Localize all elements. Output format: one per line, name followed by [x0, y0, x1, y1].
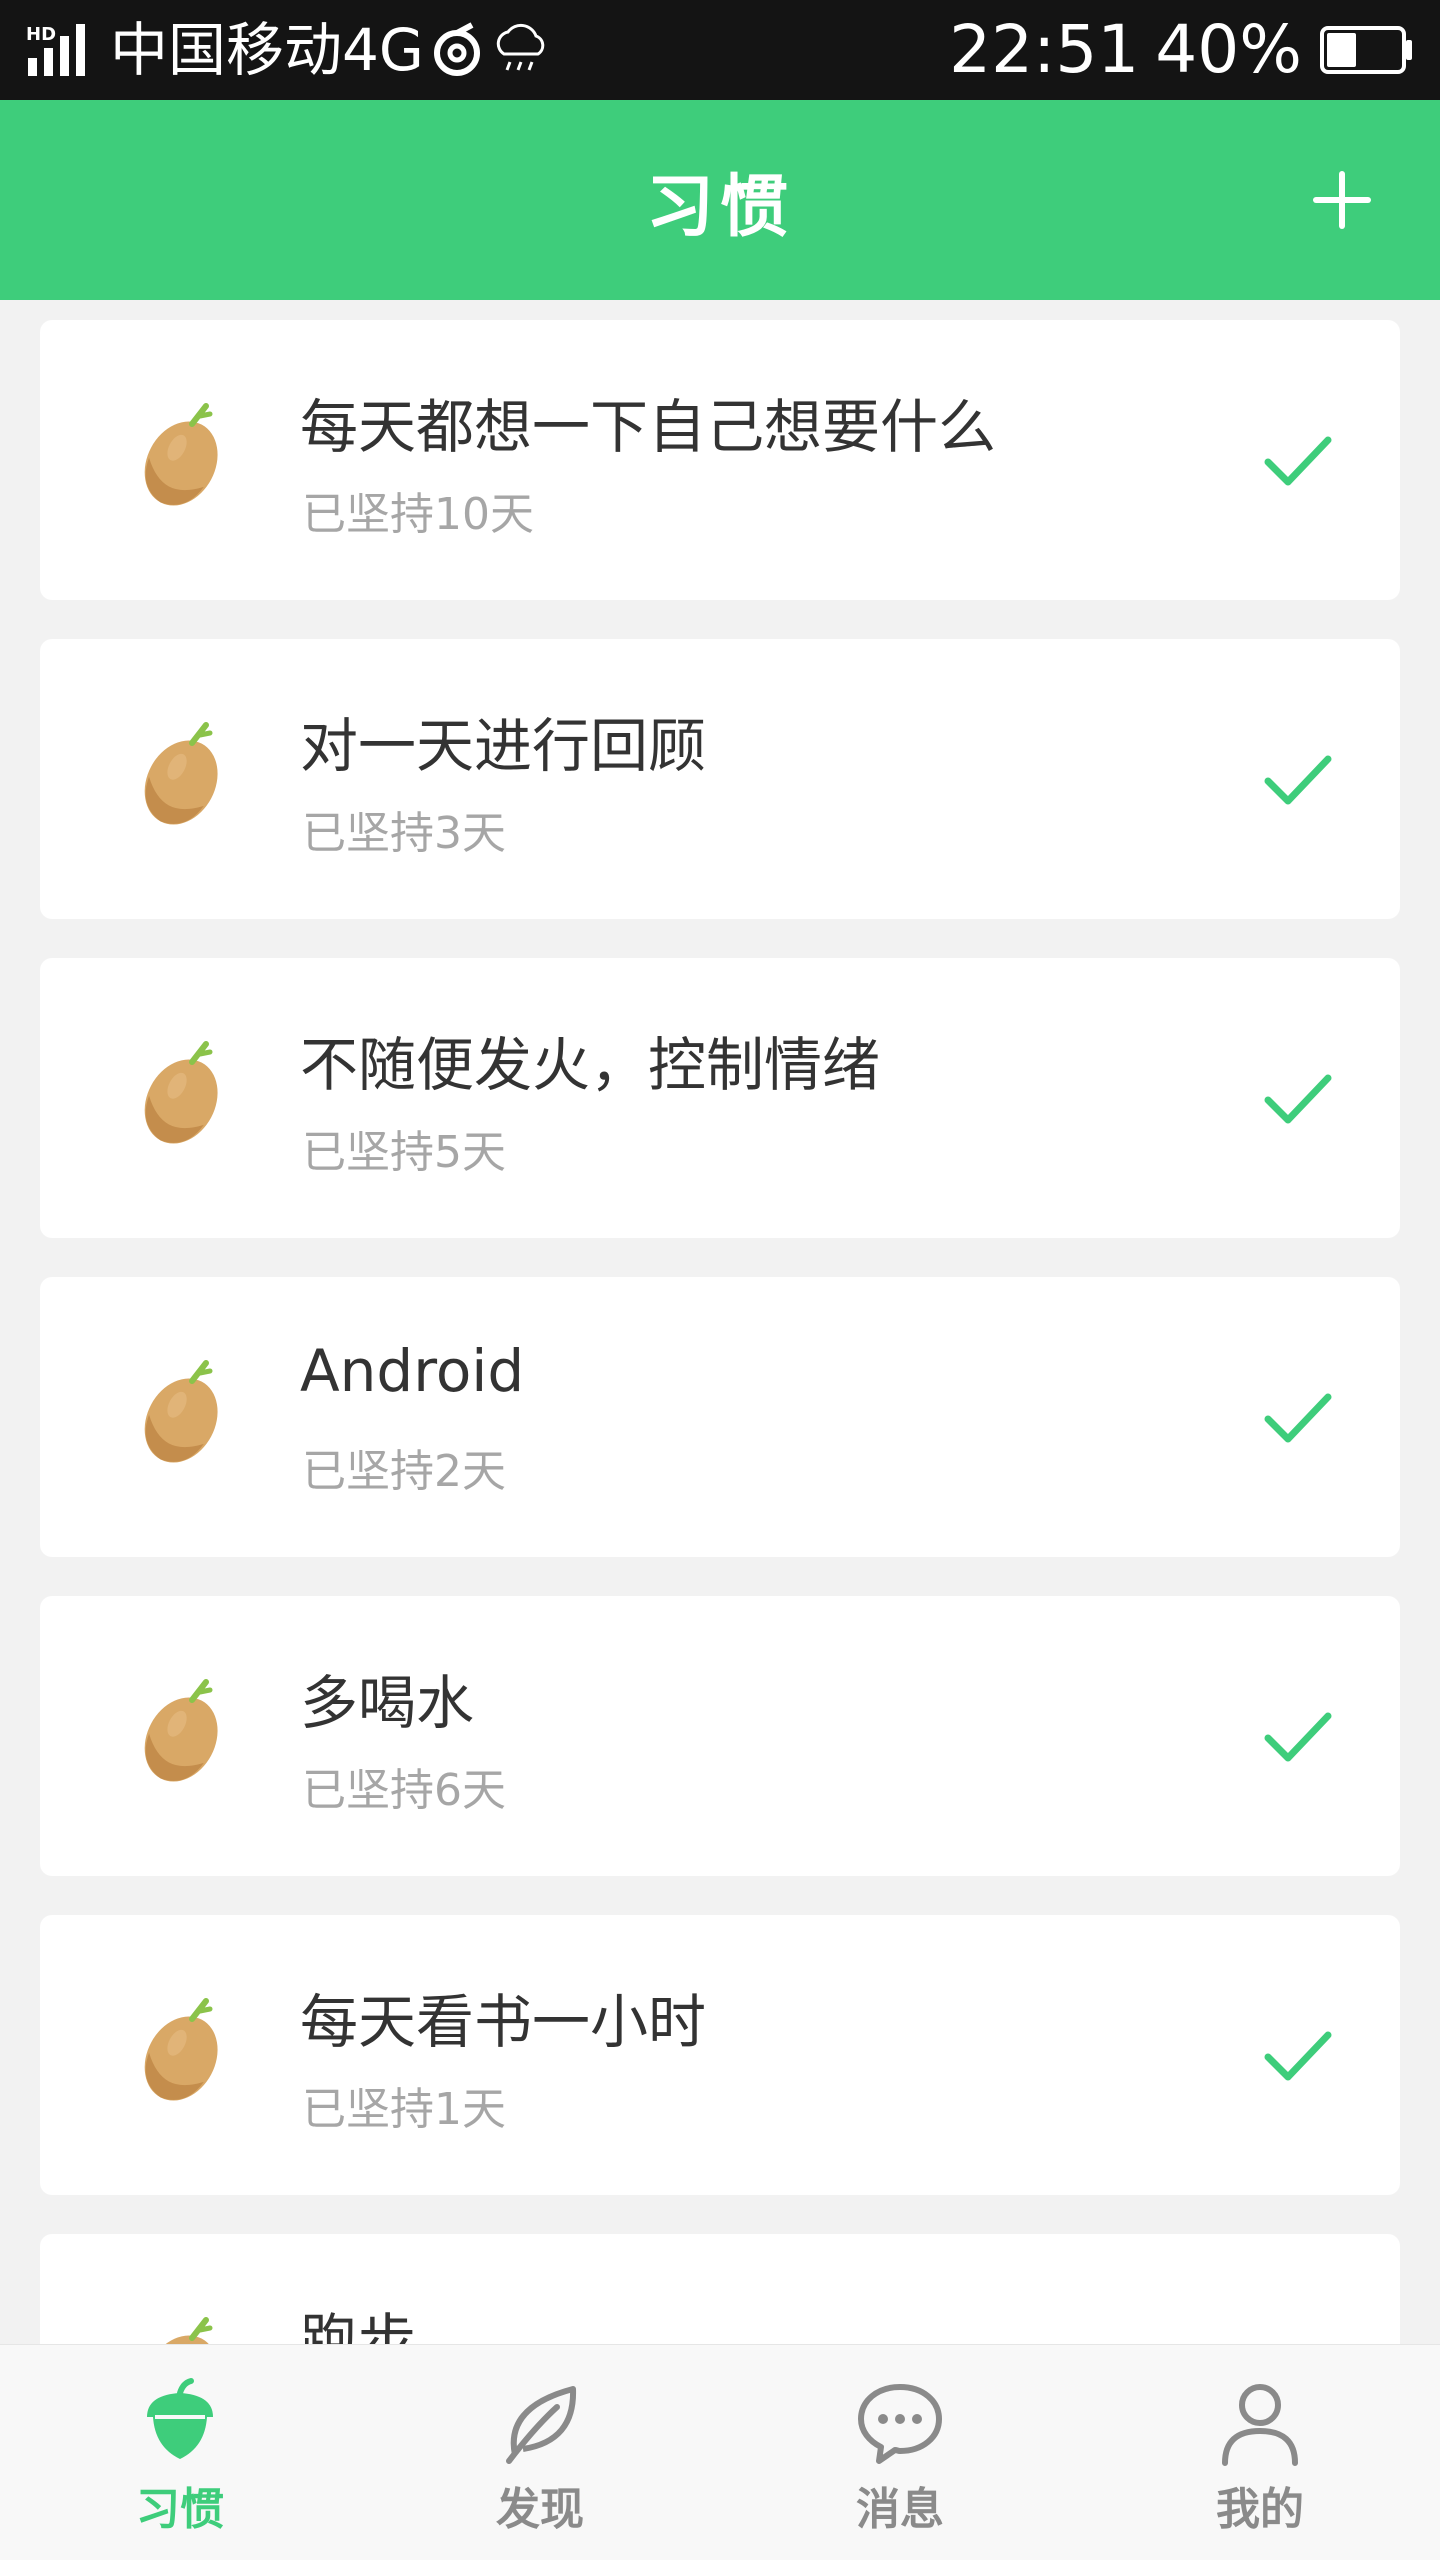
acorn-icon — [147, 2378, 213, 2459]
acorn-icon — [144, 1998, 218, 2101]
check-in-button[interactable] — [1262, 743, 1334, 815]
status-right: 22:51 40% — [949, 17, 1414, 83]
acorn-icon — [144, 722, 218, 825]
habit-card[interactable]: 多喝水已坚持6天 — [40, 1596, 1400, 1876]
network-badge: HD — [26, 24, 56, 45]
status-left: HD 中国移动4G — [26, 21, 552, 79]
check-icon — [1264, 1712, 1332, 1762]
tab-profile[interactable]: 我的 — [1080, 2345, 1440, 2560]
habit-name: Android — [300, 1337, 525, 1405]
habit-name: 跑步 — [300, 2307, 417, 2344]
tab-label: 发现 — [496, 2484, 584, 2535]
habit-list[interactable]: 每天都想一下自己想要什么 已坚持10天 对一天进行回顾 已坚持3天 不随便发火，… — [0, 300, 1440, 2344]
acorn-icon — [144, 403, 218, 506]
habit-name: 不随便发火，控制情绪 — [300, 1031, 881, 1099]
acorn-icon — [144, 1041, 218, 1144]
plus-icon — [1313, 171, 1371, 229]
app-screen: HD 中国移动4G 22:51 40% 习惯 每天都想一下自己想要什么 已坚持1… — [0, 0, 1440, 2560]
habit-streak: 已坚持5天 — [302, 1127, 506, 1178]
acorn-icon — [144, 2317, 218, 2344]
tab-messages[interactable]: 消息 — [720, 2345, 1080, 2560]
tab-label: 我的 — [1216, 2484, 1304, 2535]
bottom-tab-bar: 习惯 发现 消息 我的 — [0, 2344, 1440, 2560]
habit-name: 对一天进行回顾 — [300, 712, 707, 780]
tab-habits[interactable]: 习惯 — [0, 2345, 360, 2560]
check-icon — [1264, 436, 1332, 486]
status-bar: HD 中国移动4G 22:51 40% — [0, 0, 1440, 100]
habit-streak: 已坚持2天 — [302, 1446, 506, 1497]
habit-card[interactable]: 每天看书一小时已坚持1天 — [40, 1915, 1400, 2195]
habit-name: 多喝水 — [300, 1669, 475, 1737]
carrier-name: 中国移动4G — [110, 16, 424, 84]
add-habit-button[interactable] — [1292, 150, 1392, 250]
habit-card[interactable]: 对一天进行回顾已坚持3天 — [40, 639, 1400, 919]
tab-label: 习惯 — [136, 2484, 224, 2535]
check-icon — [1264, 755, 1332, 805]
check-in-button[interactable] — [1262, 2019, 1334, 2091]
tab-discover[interactable]: 发现 — [360, 2345, 720, 2560]
leaf-icon — [506, 2386, 577, 2464]
person-icon — [1222, 2384, 1298, 2466]
check-icon — [1264, 1393, 1332, 1443]
habit-name: 每天都想一下自己想要什么 — [300, 393, 997, 461]
habit-streak: 已坚持10天 — [302, 489, 534, 540]
weather-rain-icon — [496, 23, 545, 71]
battery-icon — [1320, 26, 1412, 74]
page-title: 习惯 — [645, 167, 794, 247]
signal-strength-icon: HD — [26, 24, 85, 76]
check-icon — [1264, 2031, 1332, 2081]
battery-percent: 40% — [1155, 11, 1302, 88]
tab-label: 消息 — [856, 2484, 944, 2535]
habit-name: 每天看书一小时 — [300, 1988, 707, 2056]
habit-card[interactable]: 跑步 — [40, 2234, 1400, 2344]
habit-card[interactable]: 不随便发火，控制情绪已坚持5天 — [40, 958, 1400, 1238]
check-in-button[interactable] — [1262, 1381, 1334, 1453]
habit-streak: 已坚持6天 — [302, 1765, 506, 1816]
habit-streak: 已坚持3天 — [302, 808, 506, 859]
check-in-button[interactable] — [1262, 1700, 1334, 1772]
chat-bubble-icon — [858, 2384, 942, 2464]
habit-card[interactable]: 每天都想一下自己想要什么已坚持10天 — [40, 320, 1400, 600]
check-icon — [1264, 1074, 1332, 1124]
sync-icon — [433, 22, 480, 76]
acorn-icon — [144, 1679, 218, 1782]
acorn-icon — [144, 1360, 218, 1463]
check-in-button[interactable] — [1262, 424, 1334, 496]
habit-streak: 已坚持1天 — [302, 2084, 506, 2135]
habit-card[interactable]: Android 已坚持2天 — [40, 1277, 1400, 1557]
app-header: 习惯 — [0, 100, 1440, 300]
clock: 22:51 — [949, 11, 1140, 88]
check-in-button[interactable] — [1262, 1062, 1334, 1134]
